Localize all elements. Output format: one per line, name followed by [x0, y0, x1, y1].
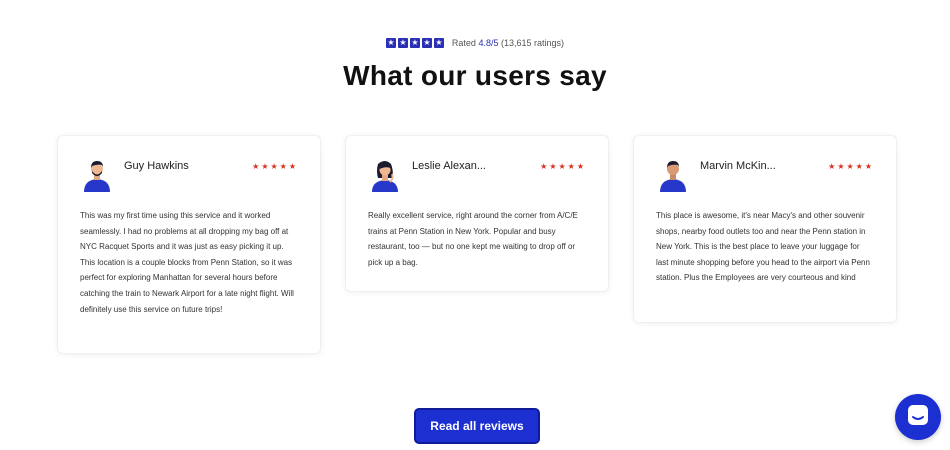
review-card: Leslie Alexan... ★★★★★ Really excellent …	[345, 135, 609, 292]
review-card: Guy Hawkins ★★★★★ This was my first time…	[57, 135, 321, 354]
rating-stars: ★ ★ ★ ★ ★	[385, 38, 444, 48]
rating-score: 4.8/5	[478, 38, 499, 48]
star-icon: ★	[433, 38, 444, 48]
reviewer-name: Marvin McKin...	[700, 160, 776, 172]
review-card: Marvin McKin... ★★★★★ This place is awes…	[633, 135, 897, 323]
review-header: Marvin McKin... ★★★★★	[656, 156, 874, 194]
review-text: This place is awesome, it's near Macy's …	[656, 211, 870, 283]
star-icon: ★	[409, 38, 420, 48]
rating-summary: ★ ★ ★ ★ ★ Rated 4.8/5 (13,615 ratings)	[0, 38, 950, 48]
rating-prefix: Rated	[451, 38, 476, 48]
rating-count: (13,615 ratings)	[501, 38, 565, 48]
rating-text: Rated 4.8/5 (13,615 ratings)	[452, 38, 564, 48]
read-all-reviews-button[interactable]: Read all reviews	[414, 408, 540, 444]
chat-icon	[906, 403, 930, 432]
review-header: Guy Hawkins ★★★★★	[80, 156, 298, 194]
man-avatar-icon	[80, 156, 114, 192]
man-avatar-icon	[656, 156, 690, 192]
section-heading: What our users say	[343, 60, 607, 91]
chat-button[interactable]	[895, 394, 941, 440]
reviewer-name: Guy Hawkins	[124, 160, 189, 172]
review-text: This was my first time using this servic…	[80, 211, 294, 314]
star-icon: ★	[421, 38, 432, 48]
star-icon: ★	[397, 38, 408, 48]
reviewer-name: Leslie Alexan...	[412, 160, 486, 172]
review-stars: ★★★★★	[828, 162, 874, 171]
review-text: Really excellent service, right around t…	[368, 211, 578, 267]
review-stars: ★★★★★	[252, 162, 298, 171]
review-stars: ★★★★★	[540, 162, 586, 171]
star-icon: ★	[385, 38, 396, 48]
woman-avatar-icon	[368, 156, 402, 192]
review-header: Leslie Alexan... ★★★★★	[368, 156, 586, 194]
